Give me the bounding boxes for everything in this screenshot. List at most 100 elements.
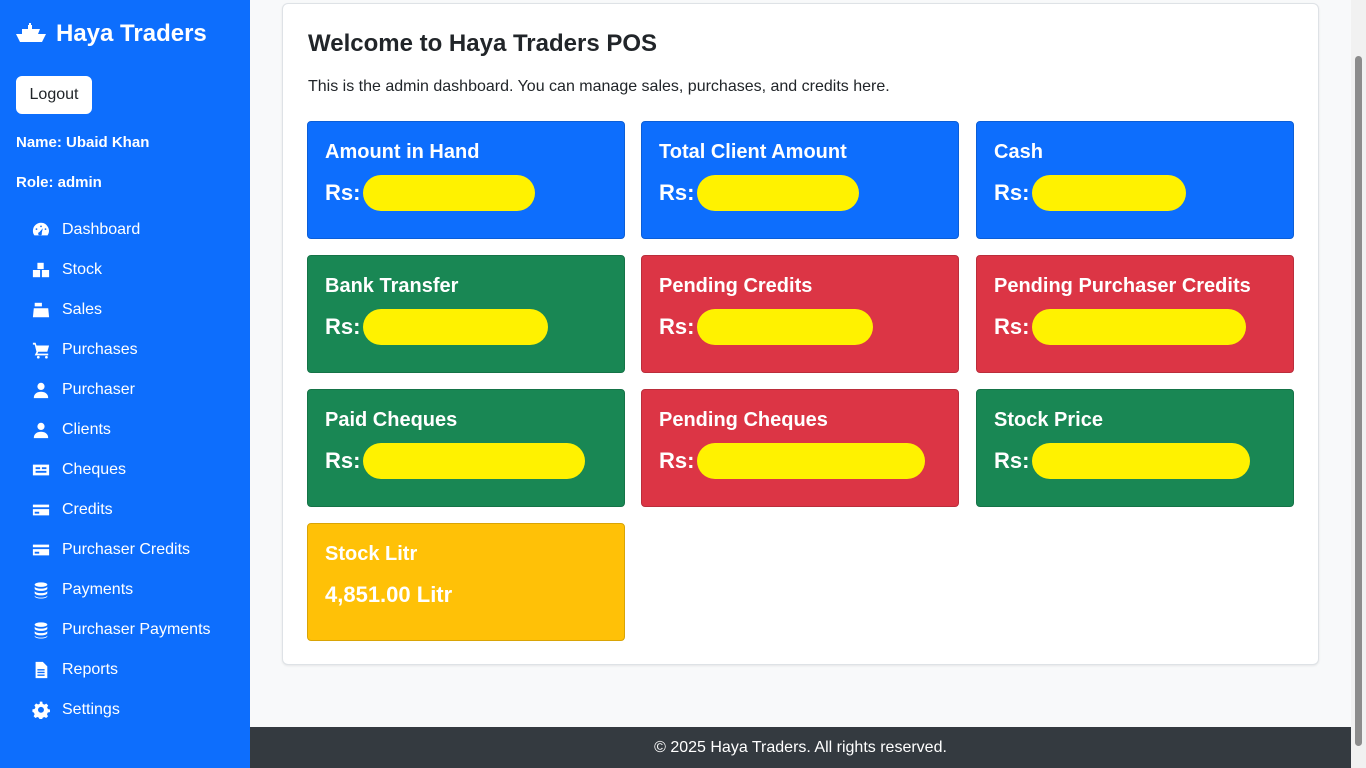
sidebar: Haya Traders Logout Name: Ubaid Khan Rol…: [0, 0, 250, 768]
brand-name: Haya Traders: [56, 20, 207, 47]
page-title: Welcome to Haya Traders POS: [308, 30, 658, 57]
tile-title: Bank Transfer: [325, 275, 459, 297]
user-icon: [32, 381, 50, 399]
tile-value: 4,851.00 Litr: [325, 582, 453, 607]
currency-prefix: Rs:: [325, 448, 361, 473]
sidebar-item-cheques[interactable]: Cheques: [0, 450, 250, 490]
tile-title: Amount in Hand: [325, 141, 480, 163]
redaction-mark: [1032, 309, 1247, 345]
sidebar-item-purchaser-payments[interactable]: Purchaser Payments: [0, 610, 250, 650]
sidebar-item-purchases[interactable]: Purchases: [0, 330, 250, 370]
currency-prefix: Rs:: [994, 448, 1030, 473]
currency-prefix: Rs:: [994, 314, 1030, 339]
footer: © 2025 Haya Traders. All rights reserved…: [250, 727, 1351, 768]
sidebar-item-label: Purchaser Credits: [62, 541, 191, 558]
tile-value: Rs:: [659, 309, 941, 345]
sidebar-item-label: Purchaser: [62, 381, 135, 398]
currency-prefix: Rs:: [994, 180, 1030, 205]
sidebar-item-label: Purchases: [62, 341, 138, 358]
tile-paid-cheques: Paid Cheques Rs:: [307, 389, 625, 507]
tile-bank-transfer: Bank Transfer Rs:: [307, 255, 625, 373]
scrollbar-thumb[interactable]: [1355, 56, 1362, 746]
tile-title: Stock Litr: [325, 543, 418, 565]
tile-title: Total Client Amount: [659, 141, 847, 163]
user-role: Role: admin: [16, 174, 102, 191]
gauge-icon: [32, 221, 50, 239]
tile-total-client-amount: Total Client Amount Rs:: [641, 121, 959, 239]
sidebar-item-label: Settings: [62, 701, 120, 718]
tile-value: Rs:: [325, 309, 607, 345]
redaction-mark: [363, 443, 586, 479]
tile-value: Rs:: [994, 175, 1276, 211]
redaction-mark: [363, 175, 536, 211]
coins-icon: [32, 621, 50, 639]
tile-value: Rs:: [659, 443, 941, 479]
currency-prefix: Rs:: [659, 180, 695, 205]
tile-amount-in-hand: Amount in Hand Rs:: [307, 121, 625, 239]
currency-prefix: Rs:: [659, 448, 695, 473]
tile-title: Pending Cheques: [659, 409, 828, 431]
sidebar-item-sales[interactable]: Sales: [0, 290, 250, 330]
redaction-mark: [1032, 175, 1187, 211]
sidebar-item-dashboard[interactable]: Dashboard: [0, 210, 250, 250]
currency-prefix: Rs:: [325, 180, 361, 205]
boxes-icon: [32, 261, 50, 279]
brand[interactable]: Haya Traders: [16, 20, 207, 48]
sidebar-item-label: Reports: [62, 661, 119, 678]
tile-title: Stock Price: [994, 409, 1103, 431]
sidebar-item-label: Payments: [62, 581, 134, 598]
gear-icon: [32, 701, 50, 719]
user-icon: [32, 421, 50, 439]
user-name: Name: Ubaid Khan: [16, 134, 150, 151]
sidebar-item-label: Credits: [62, 501, 113, 518]
tile-value: Rs:: [325, 443, 607, 479]
tile-value: Rs:: [659, 175, 941, 211]
credit-card-icon: [32, 501, 50, 519]
tile-value: Rs:: [325, 175, 607, 211]
tile-cash: Cash Rs:: [976, 121, 1294, 239]
tile-title: Pending Credits: [659, 275, 813, 297]
ship-icon: [16, 23, 46, 42]
footer-copyright: © 2025 Haya Traders. All rights reserved…: [654, 738, 947, 756]
tile-pending-purchaser-credits: Pending Purchaser Credits Rs:: [976, 255, 1294, 373]
sidebar-item-purchaser-credits[interactable]: Purchaser Credits: [0, 530, 250, 570]
tile-title: Pending Purchaser Credits: [994, 275, 1251, 297]
file-icon: [32, 661, 50, 679]
page-description: This is the admin dashboard. You can man…: [308, 78, 890, 95]
redaction-mark: [697, 443, 926, 479]
coins-icon: [32, 581, 50, 599]
sidebar-item-label: Dashboard: [62, 221, 141, 238]
sidebar-item-clients[interactable]: Clients: [0, 410, 250, 450]
currency-prefix: Rs:: [325, 314, 361, 339]
cart-icon: [32, 341, 50, 359]
cash-register-icon: [32, 301, 50, 319]
sidebar-item-payments[interactable]: Payments: [0, 570, 250, 610]
redaction-mark: [697, 309, 874, 345]
tile-stock-litr: Stock Litr 4,851.00 Litr: [307, 523, 625, 641]
id-card-icon: [32, 461, 50, 479]
tile-value: Rs:: [994, 309, 1276, 345]
tile-pending-cheques: Pending Cheques Rs:: [641, 389, 959, 507]
sidebar-item-label: Purchaser Payments: [62, 621, 211, 638]
redaction-mark: [697, 175, 860, 211]
tile-title: Paid Cheques: [325, 409, 458, 431]
tile-stock-price: Stock Price Rs:: [976, 389, 1294, 507]
redaction-mark: [1032, 443, 1251, 479]
credit-card-icon: [32, 541, 50, 559]
sidebar-item-stock[interactable]: Stock: [0, 250, 250, 290]
sidebar-item-credits[interactable]: Credits: [0, 490, 250, 530]
vertical-scrollbar[interactable]: [1351, 0, 1366, 768]
sidebar-item-settings[interactable]: Settings: [0, 690, 250, 730]
sidebar-item-label: Cheques: [62, 461, 127, 478]
logout-button[interactable]: Logout: [16, 76, 92, 114]
redaction-mark: [363, 309, 549, 345]
tile-value: Rs:: [994, 443, 1276, 479]
sidebar-item-label: Stock: [62, 261, 103, 278]
tile-pending-credits: Pending Credits Rs:: [641, 255, 959, 373]
dashboard-card: Welcome to Haya Traders POS This is the …: [282, 3, 1319, 665]
tile-title: Cash: [994, 141, 1043, 163]
sidebar-nav: Dashboard Stock Sales Purchases Purchase…: [0, 210, 250, 730]
sidebar-item-label: Sales: [62, 301, 103, 318]
sidebar-item-reports[interactable]: Reports: [0, 650, 250, 690]
sidebar-item-purchaser[interactable]: Purchaser: [0, 370, 250, 410]
